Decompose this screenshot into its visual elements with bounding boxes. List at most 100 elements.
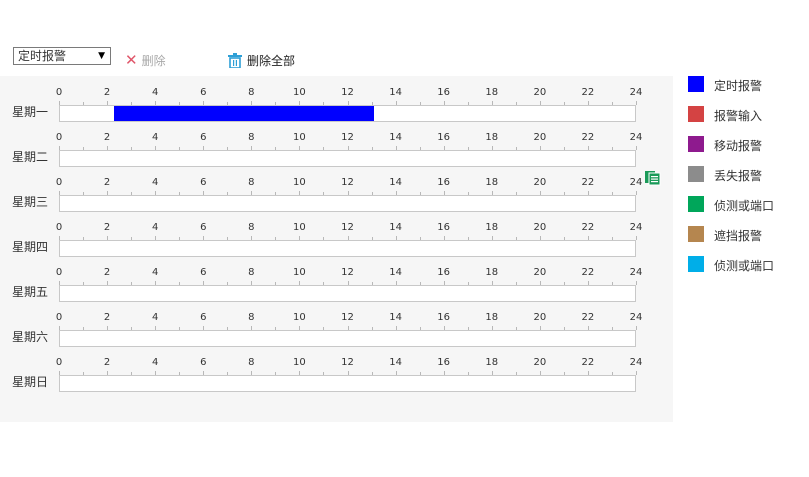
day-label: 星期日 xyxy=(12,375,49,389)
hour-tick-label: 18 xyxy=(485,312,499,323)
alarm-type-selected: 定时报警 xyxy=(18,49,67,63)
hour-tick-label: 16 xyxy=(437,357,451,368)
copy-schedule-icon[interactable] xyxy=(644,170,662,190)
hour-tick-label: 22 xyxy=(581,132,595,143)
hour-tick-label: 6 xyxy=(200,87,207,98)
hour-tick-label: 2 xyxy=(103,312,111,323)
hour-tick-label: 0 xyxy=(55,357,63,368)
legend-swatch xyxy=(688,196,704,212)
hour-tick-label: 24 xyxy=(629,177,643,188)
hour-tick-label: 2 xyxy=(103,267,111,278)
hour-tick-label: 4 xyxy=(151,132,159,143)
legend-swatch xyxy=(688,166,704,182)
hour-tick-label: 10 xyxy=(293,357,306,368)
hour-tick-mark xyxy=(636,191,637,195)
hour-tick-label: 16 xyxy=(437,132,451,143)
hour-tick-label: 0 xyxy=(55,132,63,143)
legend-label: 移动报警 xyxy=(714,139,763,153)
hour-tick-label: 18 xyxy=(485,267,499,278)
hour-tick-label: 12 xyxy=(341,267,354,278)
hour-tick-label: 10 xyxy=(293,222,306,233)
dropdown-caret-icon: ▼ xyxy=(98,51,105,61)
close-icon: ✕ xyxy=(125,50,138,69)
hour-tick-label: 6 xyxy=(200,267,207,278)
hour-tick-label: 24 xyxy=(629,312,643,323)
legend-swatch xyxy=(688,106,704,122)
hour-tick-label: 2 xyxy=(103,177,111,188)
hour-tick-label: 14 xyxy=(389,132,402,143)
hour-tick-label: 18 xyxy=(485,87,499,98)
day-row: 星期一 0 2 4 6 8 10 12 14 16 18 20 22 24 xyxy=(0,76,673,122)
day-label: 星期五 xyxy=(12,285,49,299)
hour-tick-label: 20 xyxy=(533,267,547,278)
hour-tick-label: 8 xyxy=(248,267,255,278)
legend-label: 丢失报警 xyxy=(714,169,763,183)
hour-tick-label: 4 xyxy=(151,222,159,233)
hour-tick-label: 10 xyxy=(293,312,306,323)
hour-tick-label: 22 xyxy=(581,222,595,233)
day-row: 星期日 0 2 4 6 8 10 12 14 16 18 20 22 24 xyxy=(0,346,673,392)
hour-tick-label: 16 xyxy=(437,267,451,278)
hour-tick-label: 22 xyxy=(581,267,595,278)
hour-tick-label: 22 xyxy=(581,312,595,323)
delete-all-button[interactable]: 删除全部 xyxy=(228,51,295,69)
schedule-segment[interactable] xyxy=(113,106,374,121)
hour-tick-label: 12 xyxy=(341,177,354,188)
day-label: 星期四 xyxy=(12,240,49,254)
hour-tick-label: 22 xyxy=(581,177,595,188)
day-row: 星期三 0 2 4 6 8 10 12 14 16 18 20 22 24 xyxy=(0,166,673,212)
legend-swatch xyxy=(688,256,704,272)
hour-tick-label: 14 xyxy=(389,222,402,233)
legend-label: 侦测或端口 xyxy=(714,259,775,273)
trash-icon xyxy=(228,52,242,68)
hour-tick-label: 10 xyxy=(293,87,306,98)
day-timeline[interactable] xyxy=(59,240,636,257)
day-timeline[interactable] xyxy=(59,150,636,167)
hour-tick-label: 24 xyxy=(629,267,643,278)
hour-tick-mark xyxy=(636,371,637,375)
hour-tick-label: 14 xyxy=(389,87,402,98)
hour-tick-label: 18 xyxy=(485,132,499,143)
hour-tick-label: 10 xyxy=(293,132,306,143)
legend-swatch xyxy=(688,226,704,242)
day-timeline[interactable] xyxy=(59,285,636,302)
delete-label: 删除 xyxy=(141,53,166,68)
hour-tick-label: 4 xyxy=(151,177,159,188)
hour-tick-label: 14 xyxy=(389,312,402,323)
hour-tick-label: 8 xyxy=(248,132,255,143)
hour-tick-label: 18 xyxy=(485,357,499,368)
day-timeline[interactable] xyxy=(59,105,636,122)
hour-tick-label: 8 xyxy=(248,87,255,98)
hour-tick-label: 12 xyxy=(341,357,354,368)
day-timeline[interactable] xyxy=(59,375,636,392)
hour-tick-label: 6 xyxy=(200,132,207,143)
hour-tick-label: 2 xyxy=(103,87,111,98)
alarm-type-select[interactable]: 定时报警 ▼ xyxy=(13,47,111,65)
hour-tick-label: 0 xyxy=(55,177,63,188)
day-timeline[interactable] xyxy=(59,330,636,347)
schedule-panel: 星期一 0 2 4 6 8 10 12 14 16 18 20 22 24 星期二 0 2 4 6 8 10 12 14 16… xyxy=(0,76,673,422)
hour-tick-label: 24 xyxy=(629,357,643,368)
day-label: 星期三 xyxy=(12,195,49,209)
hour-tick-mark xyxy=(636,101,637,105)
legend-swatch xyxy=(688,76,704,92)
hour-tick-label: 8 xyxy=(248,312,255,323)
delete-button[interactable]: ✕ 删除 xyxy=(125,51,166,69)
hour-tick-label: 20 xyxy=(533,222,547,233)
hour-tick-label: 8 xyxy=(248,177,255,188)
hour-tick-label: 20 xyxy=(533,87,547,98)
hour-tick-mark xyxy=(636,146,637,150)
hour-tick-mark xyxy=(636,326,637,330)
legend-label: 定时报警 xyxy=(714,79,763,93)
hour-tick-label: 2 xyxy=(103,132,111,143)
hour-tick-label: 16 xyxy=(437,222,451,233)
hour-tick-label: 20 xyxy=(533,312,547,323)
hour-tick-label: 12 xyxy=(341,132,354,143)
hour-tick-label: 0 xyxy=(55,312,63,323)
hour-tick-label: 6 xyxy=(200,222,207,233)
legend-label: 报警输入 xyxy=(714,109,763,123)
day-timeline[interactable] xyxy=(59,195,636,212)
hour-tick-label: 2 xyxy=(103,222,111,233)
hour-tick-label: 4 xyxy=(151,312,159,323)
hour-tick-label: 14 xyxy=(389,357,402,368)
